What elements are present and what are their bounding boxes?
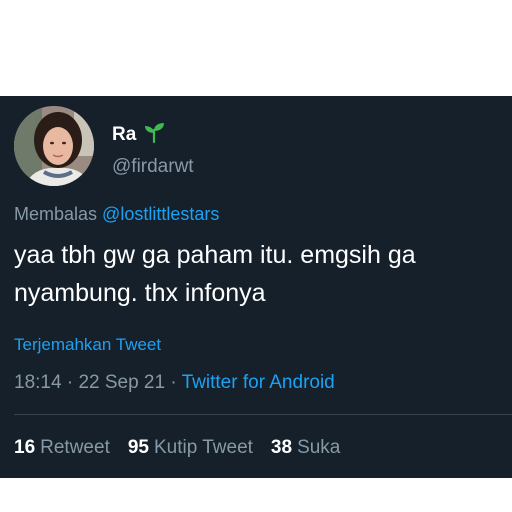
tweet-source-link[interactable]: Twitter for Android [182,372,335,393]
tweet-date[interactable]: 22 Sep 21 [78,372,165,393]
tweet-text: yaa tbh gw ga paham itu. emgsih ga nyamb… [14,241,416,307]
avatar-photo [14,106,94,186]
translate-tweet-link[interactable]: Terjemahkan Tweet [14,335,161,355]
tweet-card: Ra @firdarwt Membalas @lostlittlestars y… [0,96,512,478]
avatar[interactable] [14,106,94,186]
replying-to-line: Membalas @lostlittlestars [14,204,219,225]
tweet-stats: 16 Retweet 95 Kutip Tweet 38 Suka [14,437,340,459]
meta-separator: · [66,372,74,393]
tweet-meta: 18:14 · 22 Sep 21 · Twitter for Android [14,372,335,394]
like-label: Suka [297,437,341,458]
meta-separator: · [170,372,177,393]
author-handle[interactable]: @firdarwt [112,156,194,178]
divider [14,414,512,415]
author-display-name[interactable]: Ra [112,124,136,146]
quote-label: Kutip Tweet [153,437,253,458]
retweet-count: 16 [14,437,36,458]
sprout-icon [142,120,166,150]
tweet-time[interactable]: 18:14 [14,372,62,393]
quote-count-stat[interactable]: 95 Kutip Tweet [128,437,253,459]
retweet-count-stat[interactable]: 16 Retweet [14,437,110,459]
retweet-label: Retweet [40,437,110,458]
replying-prefix: Membalas [14,204,98,224]
author-display-name-row[interactable]: Ra [112,120,166,150]
like-count-stat[interactable]: 38 Suka [271,437,340,459]
reply-mention-link[interactable]: @lostlittlestars [102,204,219,224]
like-count: 38 [270,437,293,458]
quote-count: 95 [127,437,149,458]
